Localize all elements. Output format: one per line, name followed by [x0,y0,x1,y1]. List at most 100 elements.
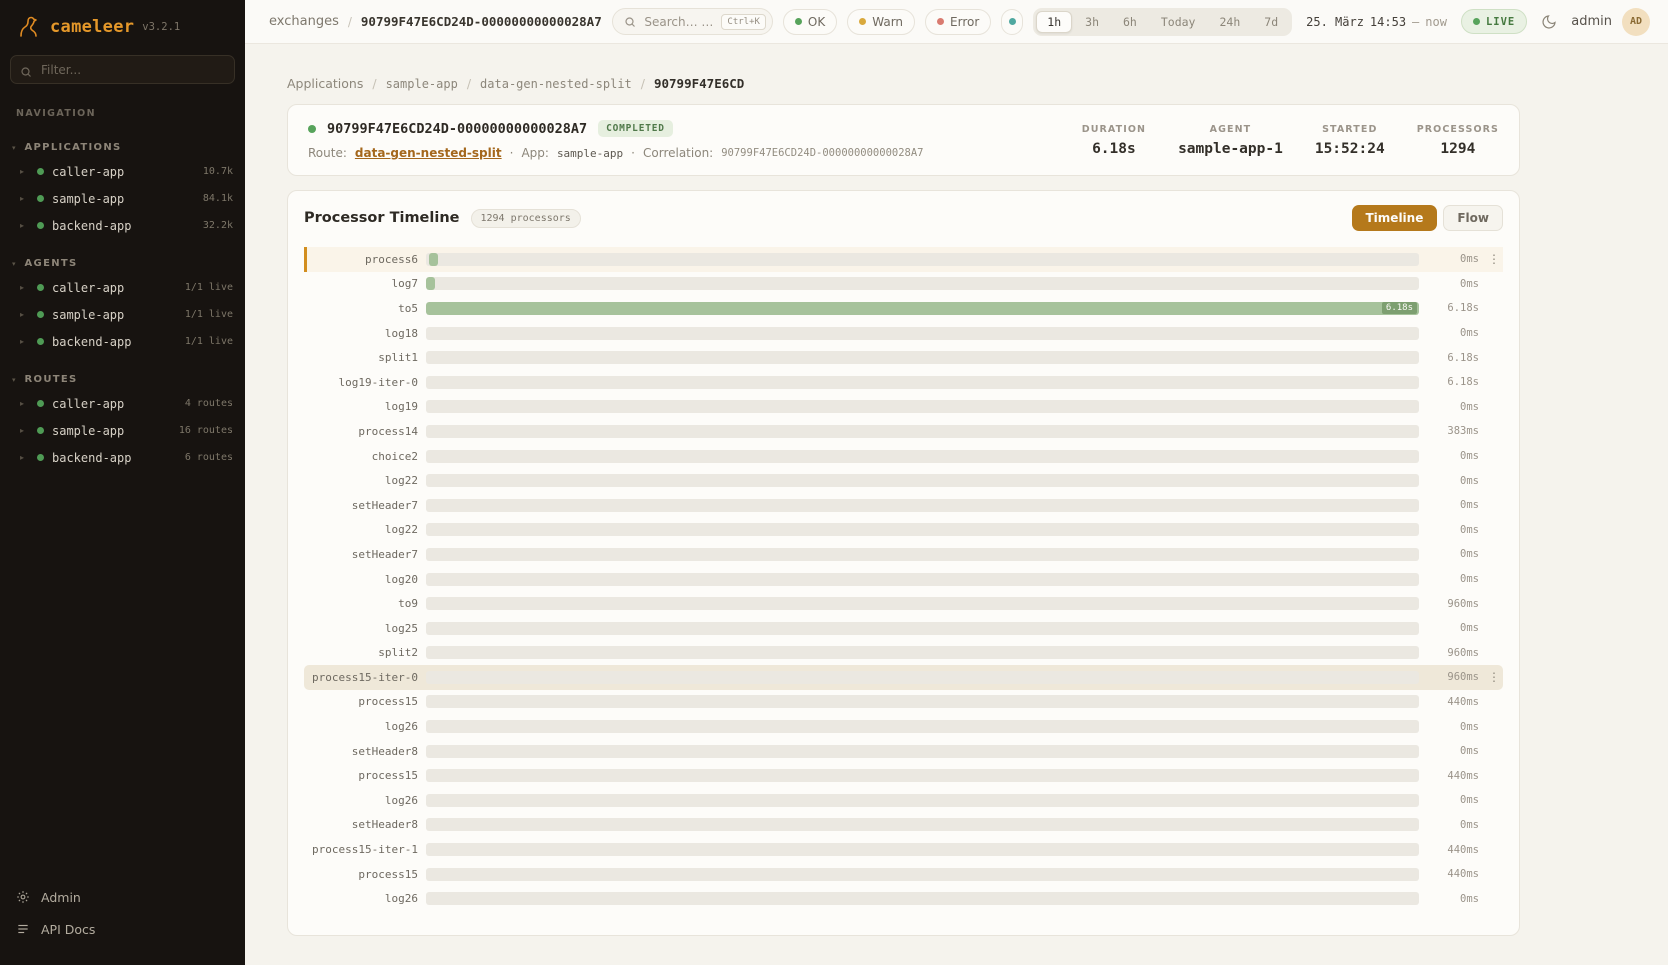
timeline-row[interactable]: choice2 0ms ⋮ [304,444,1503,469]
timeline-row[interactable]: process15 440ms ⋮ [304,862,1503,887]
time-range-button[interactable]: 6h [1112,11,1148,33]
processor-name[interactable]: setHeader7 [306,499,418,512]
processor-name[interactable]: process14 [306,425,418,438]
processor-name[interactable]: log18 [306,327,418,340]
breadcrumb-sample-app[interactable]: sample-app [386,77,458,91]
processor-name[interactable]: process15 [306,769,418,782]
sidebar-item-applications-caller-app[interactable]: ▸ caller-app 10.7k [0,158,245,185]
sidebar-item-agents-caller-app[interactable]: ▸ caller-app 1/1 live [0,274,245,301]
timeline-row[interactable]: log7 0ms ⋮ [304,272,1503,297]
processor-name[interactable]: process15-iter-1 [306,843,418,856]
time-range-button[interactable]: Today [1150,11,1207,33]
time-range-button[interactable]: 24h [1208,11,1251,33]
avatar[interactable]: AD [1622,8,1650,36]
timeline-row[interactable]: log26 0ms ⋮ [304,788,1503,813]
admin-link[interactable]: Admin [16,883,229,911]
processor-name[interactable]: log22 [306,523,418,536]
processor-name[interactable]: process15 [306,695,418,708]
timeline-row[interactable]: log26 0ms ⋮ [304,886,1503,911]
timeline-row[interactable]: log19 0ms ⋮ [304,395,1503,420]
timeline-row[interactable]: setHeader7 0ms ⋮ [304,542,1503,567]
exchange-id: 90799F47E6CD24D-00000000000028A7 [361,14,602,29]
processor-name[interactable]: setHeader8 [306,818,418,831]
timeline-row[interactable]: process15-iter-0 960ms ⋮ [304,665,1503,690]
processor-name[interactable]: log7 [306,277,418,290]
live-toggle[interactable]: LIVE [1461,9,1527,34]
dot-separator: · [631,146,635,160]
timeline-row[interactable]: log25 0ms ⋮ [304,616,1503,641]
time-range-button[interactable]: 1h [1036,11,1072,33]
sidebar-item-agents-sample-app[interactable]: ▸ sample-app 1/1 live [0,301,245,328]
sidebar-item-routes-backend-app[interactable]: ▸ backend-app 6 routes [0,444,245,471]
breadcrumb-exchanges-link[interactable]: exchanges [269,14,339,29]
timeline-row[interactable]: to5 6.18s 6.18s ⋮ [304,296,1503,321]
time-range-button[interactable]: 3h [1074,11,1110,33]
timeline-row[interactable]: process15 440ms ⋮ [304,690,1503,715]
api-docs-link[interactable]: API Docs [16,915,229,943]
row-menu-button[interactable]: ⋮ [1487,252,1501,266]
timeline-row[interactable]: setHeader8 0ms ⋮ [304,739,1503,764]
timeline-row[interactable]: log18 0ms ⋮ [304,321,1503,346]
route-link[interactable]: data-gen-nested-split [355,146,502,160]
processor-name[interactable]: process15 [306,868,418,881]
timeline-row[interactable]: process15 440ms ⋮ [304,763,1503,788]
processor-name[interactable]: log19 [306,400,418,413]
global-search[interactable]: Search… … Ctrl+K [612,8,773,35]
timeline-row[interactable]: setHeader8 0ms ⋮ [304,813,1503,838]
processor-name[interactable]: setHeader8 [306,745,418,758]
flow-view-button[interactable]: Flow [1443,205,1503,231]
section-header-agents[interactable]: ▾ AGENTS [0,253,245,274]
sidebar-item-agents-backend-app[interactable]: ▸ backend-app 1/1 live [0,328,245,355]
section-header-applications[interactable]: ▾ APPLICATIONS [0,137,245,158]
section-header-routes[interactable]: ▾ ROUTES [0,369,245,390]
timeline-row[interactable]: process15-iter-1 440ms ⋮ [304,837,1503,862]
timeline-row[interactable]: split2 960ms ⋮ [304,641,1503,666]
processor-name[interactable]: setHeader7 [306,548,418,561]
processor-name[interactable]: log22 [306,474,418,487]
sidebar-item-routes-caller-app[interactable]: ▸ caller-app 4 routes [0,390,245,417]
row-menu-button[interactable]: ⋮ [1487,670,1501,684]
timeline-row[interactable]: log20 0ms ⋮ [304,567,1503,592]
processor-name[interactable]: log20 [306,573,418,586]
status-dot [37,168,44,175]
sidebar-item-applications-sample-app[interactable]: ▸ sample-app 84.1k [0,185,245,212]
sidebar-item-routes-sample-app[interactable]: ▸ sample-app 16 routes [0,417,245,444]
timeline-row[interactable]: log26 0ms ⋮ [304,714,1503,739]
processor-name[interactable]: log26 [306,720,418,733]
timeline-row[interactable]: process6 0ms ⋮ [304,247,1503,272]
timeline-row[interactable]: log19-iter-0 6.18s ⋮ [304,370,1503,395]
row-duration: 0ms [1427,794,1479,806]
timeline-row[interactable]: process14 383ms ⋮ [304,419,1503,444]
timeline-view-button[interactable]: Timeline [1352,205,1438,231]
date-range-display[interactable]: 25. März 14:53 — now [1306,15,1447,29]
processor-name[interactable]: log26 [306,892,418,905]
sidebar-item-label: backend-app [52,335,131,349]
filter-input[interactable] [10,55,235,84]
processor-name[interactable]: process6 [306,253,418,266]
status-filter-ok[interactable]: OK [783,9,837,35]
timeline-row[interactable]: to9 960ms ⋮ [304,591,1503,616]
processor-name[interactable]: choice2 [306,450,418,463]
processor-name[interactable]: log26 [306,794,418,807]
processor-count-badge: 1294 processors [471,209,581,228]
dark-mode-toggle[interactable] [1537,10,1561,34]
status-filter-error[interactable]: Error [925,9,991,35]
timeline-row[interactable]: log22 0ms ⋮ [304,518,1503,543]
breadcrumb-route[interactable]: data-gen-nested-split [480,77,632,91]
status-filter-extra[interactable] [1001,9,1023,35]
time-range-button[interactable]: 7d [1253,11,1289,33]
processor-name[interactable]: log19-iter-0 [306,376,418,389]
sidebar-item-applications-backend-app[interactable]: ▸ backend-app 32.2k [0,212,245,239]
breadcrumb-applications[interactable]: Applications [287,76,363,91]
processor-name[interactable]: to5 [306,302,418,315]
processor-name[interactable]: to9 [306,597,418,610]
processor-name[interactable]: split1 [306,351,418,364]
timeline-row[interactable]: log22 0ms ⋮ [304,468,1503,493]
processor-name[interactable]: process15-iter-0 [306,671,418,684]
timeline-row[interactable]: setHeader7 0ms ⋮ [304,493,1503,518]
processor-name[interactable]: split2 [306,646,418,659]
timeline-row[interactable]: split1 6.18s ⋮ [304,345,1503,370]
processor-name[interactable]: log25 [306,622,418,635]
status-filter-warn[interactable]: Warn [847,9,915,35]
section-agents: ▾ AGENTS ▸ caller-app 1/1 live ▸ sample-… [0,253,245,355]
